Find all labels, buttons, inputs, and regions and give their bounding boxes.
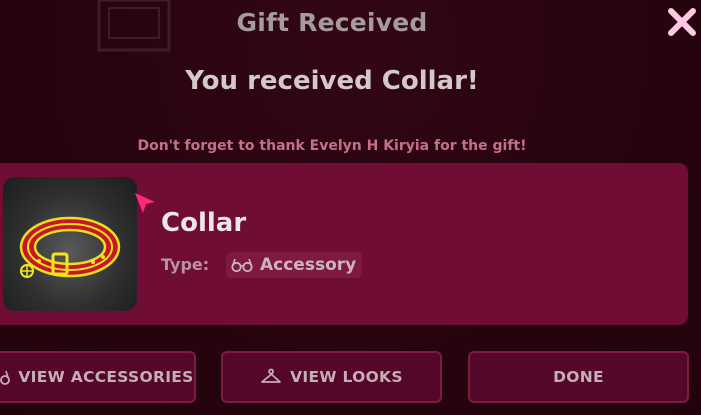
- item-type-label: Type:: [161, 255, 210, 274]
- view-accessories-label: VIEW ACCESSORIES: [18, 368, 194, 386]
- close-x-icon: [668, 8, 696, 36]
- hanger-icon: [261, 368, 281, 383]
- glasses-icon: [231, 258, 253, 273]
- gift-received-dialog: Gift Received You received Collar! Don't…: [0, 0, 701, 415]
- item-type-value: Accessory: [260, 255, 357, 275]
- item-name: Collar: [161, 208, 247, 238]
- view-looks-button[interactable]: VIEW LOOKS: [221, 351, 442, 403]
- pointer-arrow-icon: [135, 193, 155, 213]
- collar-icon: [19, 216, 121, 278]
- done-button[interactable]: DONE: [468, 351, 689, 403]
- glasses-icon: [0, 370, 11, 385]
- done-label: DONE: [553, 368, 604, 386]
- dialog-title: Gift Received: [236, 8, 428, 37]
- close-button[interactable]: [666, 6, 698, 38]
- view-accessories-button[interactable]: VIEW ACCESSORIES: [0, 351, 196, 403]
- view-looks-label: VIEW LOOKS: [290, 368, 403, 386]
- item-type-badge: Accessory: [226, 252, 363, 278]
- thank-note: Don't forget to thank Evelyn H Kiryia fo…: [137, 138, 527, 154]
- gift-headline: You received Collar!: [185, 66, 479, 96]
- item-thumbnail: [3, 177, 137, 311]
